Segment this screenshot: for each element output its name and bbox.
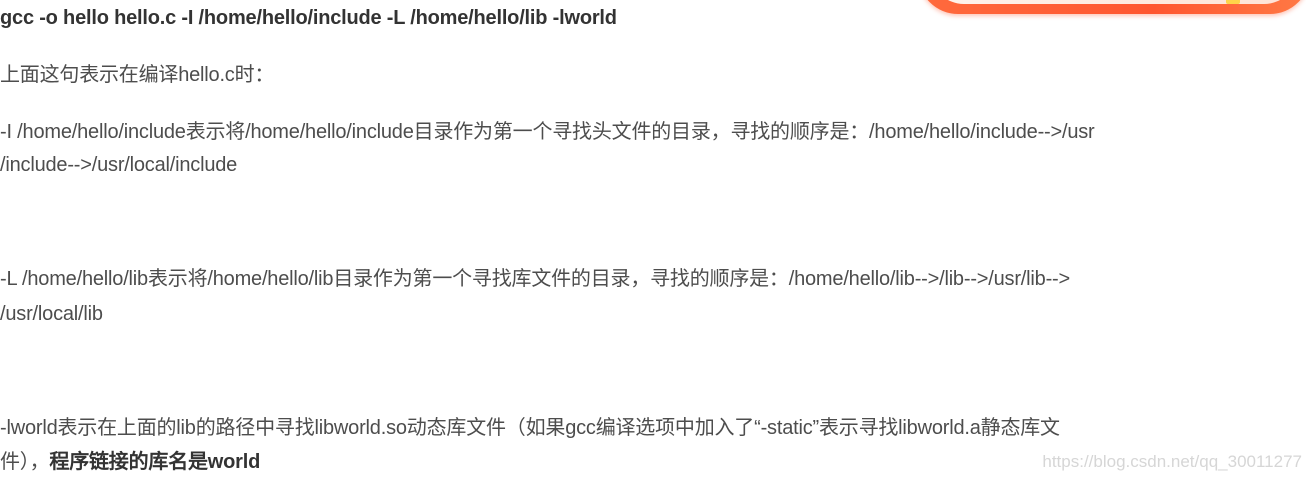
library-name-statement: 程序链接的库名是world [49, 451, 261, 473]
promo-banner[interactable] [918, 0, 1306, 14]
gift-icon [1226, 0, 1240, 4]
lib-explanation-line1: -L /home/hello/lib表示将/home/hello/lib目录作为… [0, 268, 1070, 290]
promo-banner-inner [930, 0, 1298, 4]
lworld-explanation-line1: -lworld表示在上面的lib的路径中寻找libworld.so动态库文件（如… [0, 417, 1060, 439]
lworld-explanation-plain: 件）， [0, 451, 50, 473]
watermark: https://blog.csdn.net/qq_30011277 [1042, 452, 1302, 471]
gcc-command: gcc -o hello hello.c -I /home/hello/incl… [0, 7, 617, 29]
intro-text: 上面这句表示在编译hello.c时： [0, 64, 275, 86]
lworld-explanation-line2: 件），程序链接的库名是world [0, 446, 260, 478]
lib-explanation-line2: /usr/local/lib [0, 303, 103, 325]
include-explanation-line1: -I /home/hello/include表示将/home/hello/inc… [0, 121, 1095, 143]
include-explanation-line2: /include-->/usr/local/include [0, 154, 238, 176]
